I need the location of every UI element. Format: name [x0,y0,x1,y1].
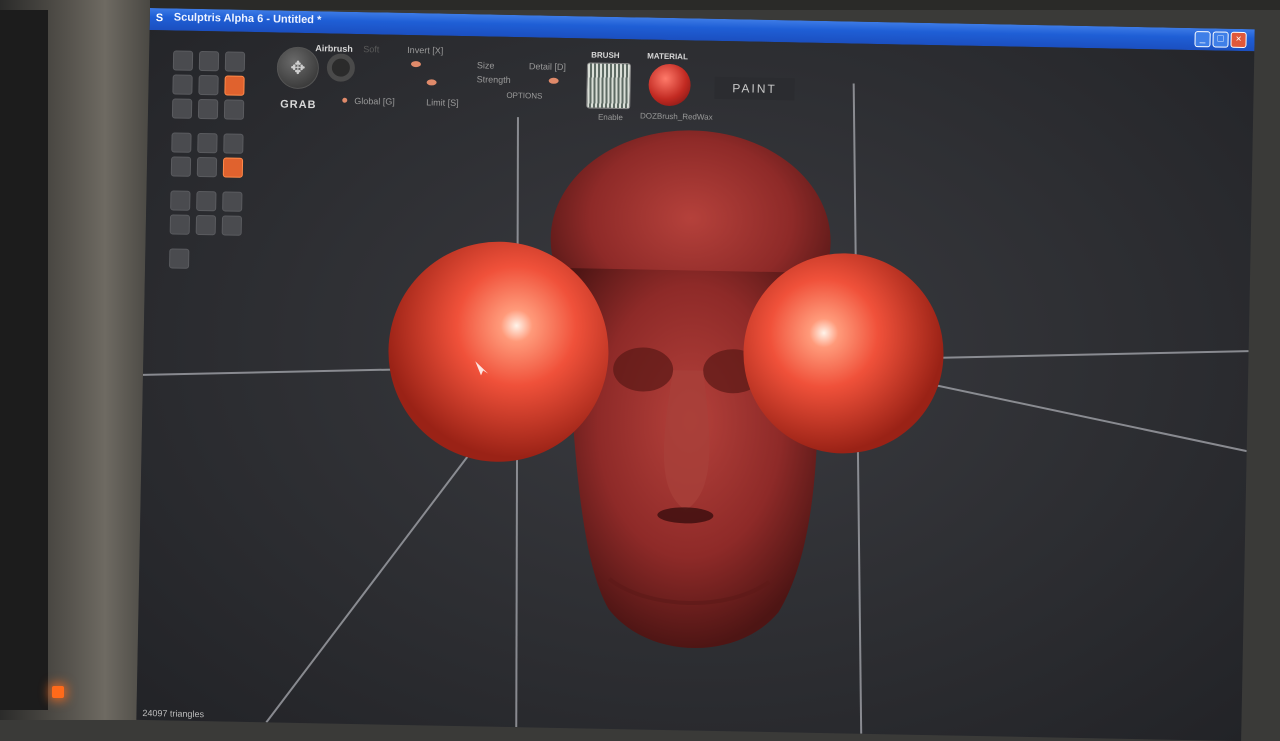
material-thumbnail[interactable] [648,63,692,107]
power-led-icon [52,686,64,698]
strength-slider-handle[interactable] [548,77,559,84]
detail-label[interactable]: Detail [D] [529,61,566,72]
tool-reduce-button[interactable] [197,98,219,120]
brush-toolbar: ✥ GRAB Airbrush Soft Invert [X] Size Str… [267,40,969,153]
invert-toggle[interactable] [410,61,422,68]
size-slider-handle[interactable] [426,79,437,86]
brush-texture-thumbnail[interactable] [586,62,632,110]
tool-flatten-button[interactable] [198,50,220,72]
tool-crease-button[interactable] [198,74,219,96]
material-name: DOZBrush_RedWax [639,111,713,122]
soft-label: Soft [363,44,380,55]
tool-inflate-button[interactable] [224,51,246,72]
options-label[interactable]: OPTIONS [506,91,542,101]
tool-move-button[interactable] [223,133,244,154]
triangle-count: 24097 triangles [142,707,205,720]
plane-button[interactable] [196,190,217,212]
paint-button[interactable]: PAINT [714,76,795,101]
close-button[interactable]: × [1230,31,1247,49]
minimize-button[interactable]: _ [1194,31,1211,48]
sphere-button[interactable] [170,190,191,211]
subdivide-button[interactable] [222,191,243,212]
tool-draw-button[interactable] [172,50,194,71]
airbrush-icon[interactable] [326,53,356,82]
save-button[interactable] [195,214,217,236]
tool-name: GRAB [280,98,317,112]
tool-grab-button[interactable] [224,75,245,96]
monitor-bezel-top [150,0,1280,10]
open-button[interactable] [169,214,191,235]
global-toggle[interactable] [342,97,348,103]
bezel-shadow [0,10,48,710]
material-header: MATERIAL [647,51,688,62]
monitor-bezel [0,0,150,720]
import-button[interactable] [221,215,243,236]
global-label[interactable]: Global [G] [354,96,395,107]
grab-tool-icon[interactable]: ✥ [276,46,320,90]
limit-label[interactable]: Limit [S] [426,97,459,108]
app-area: ✥ GRAB Airbrush Soft Invert [X] Size Str… [136,29,1255,741]
size-label: Size [476,60,495,71]
menu-button[interactable] [169,248,190,269]
strength-label: Strength [476,74,511,85]
tool-smooth-button[interactable] [171,98,193,119]
window-title: Sculptris Alpha 6 - Untitled * [173,11,322,27]
tool-wire-button[interactable] [170,156,192,177]
brush-enable-label[interactable]: Enable [598,113,623,122]
tool-symmetry-button[interactable] [196,156,218,178]
airbrush-label: Airbrush [315,43,353,54]
symmetry-toggle-button[interactable] [222,157,244,178]
app-icon: S [155,12,164,25]
tool-scale-button[interactable] [197,132,218,154]
tool-rotate-button[interactable] [171,132,192,153]
screen: S Sculptris Alpha 6 - Untitled * _ □ × ✥… [136,8,1255,741]
invert-label[interactable]: Invert [X] [407,45,443,56]
maximize-button[interactable]: □ [1212,31,1229,48]
tool-pinch-button[interactable] [172,74,193,95]
brush-header: BRUSH [591,50,620,61]
tool-mask-button[interactable] [223,99,245,120]
